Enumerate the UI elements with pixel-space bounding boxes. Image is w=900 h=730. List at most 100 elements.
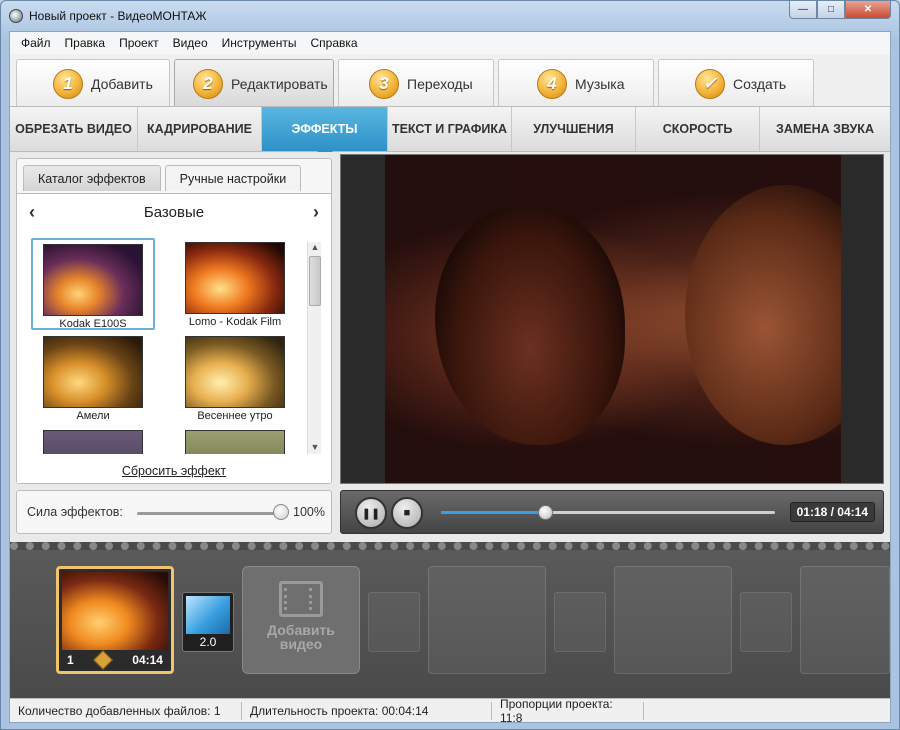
effect-caption: Амели bbox=[76, 410, 110, 422]
add-video-button[interactable]: Добавить видео bbox=[242, 566, 360, 674]
minimize-icon: — bbox=[798, 4, 808, 15]
subtab-replace-audio[interactable]: ЗАМЕНА ЗВУКА bbox=[760, 107, 890, 151]
empty-clip-slot bbox=[428, 566, 546, 674]
effects-scrollbar[interactable]: ▲ ▼ bbox=[307, 242, 321, 454]
client-area: Файл Правка Проект Видео Инструменты Спр… bbox=[9, 31, 891, 725]
pause-button[interactable]: ❚❚ bbox=[355, 497, 387, 529]
clip-index: 1 bbox=[67, 653, 74, 667]
add-video-label-line2: видео bbox=[279, 636, 323, 652]
step-number-badge: 1 bbox=[53, 69, 83, 99]
seek-handle[interactable] bbox=[537, 505, 553, 520]
scroll-down-icon[interactable]: ▼ bbox=[308, 442, 322, 454]
close-icon: ✕ bbox=[863, 4, 873, 15]
tab-manual-settings[interactable]: Ручные настройки bbox=[164, 165, 302, 191]
empty-transition-slot bbox=[368, 592, 420, 652]
step-label: Переходы bbox=[407, 75, 473, 92]
empty-transition-slot bbox=[740, 592, 792, 652]
clip-thumbnail bbox=[62, 572, 168, 650]
close-button[interactable]: ✕ bbox=[845, 1, 891, 19]
playback-time: 01:18 / 04:14 bbox=[789, 502, 875, 522]
effect-kodak-e100s[interactable]: Kodak E100S bbox=[31, 238, 155, 330]
effect-lomo-kodak-film[interactable]: Lomo - Kodak Film bbox=[173, 238, 297, 330]
seek-progress bbox=[441, 511, 545, 514]
menu-edit[interactable]: Правка bbox=[58, 36, 113, 50]
next-category-button[interactable]: › bbox=[313, 202, 319, 223]
seek-bar[interactable] bbox=[441, 505, 775, 520]
effect-caption: Весеннее утро bbox=[197, 410, 273, 422]
empty-clip-slot bbox=[800, 566, 890, 674]
add-video-label-line1: Добавить bbox=[267, 622, 335, 638]
maximize-icon: □ bbox=[827, 4, 835, 15]
strength-value: 100% bbox=[293, 505, 325, 519]
menu-tools[interactable]: Инструменты bbox=[215, 36, 304, 50]
subtab-effects[interactable]: ЭФФЕКТЫ bbox=[262, 107, 388, 158]
stop-button[interactable]: ■ bbox=[391, 497, 423, 529]
checkmark-icon: ✓ bbox=[695, 69, 725, 99]
step-tabs: 1 Добавить 2 Редактировать 3 Переходы 4 … bbox=[10, 54, 890, 107]
maximize-button[interactable]: □ bbox=[817, 1, 845, 19]
app-window: Новый проект - ВидеоМОНТАЖ — □ ✕ Файл Пр… bbox=[0, 0, 900, 730]
effect-thumbnail-partial[interactable] bbox=[31, 426, 155, 454]
strength-slider-handle[interactable] bbox=[273, 504, 289, 520]
minimize-button[interactable]: — bbox=[789, 1, 817, 19]
edit-subtabs: ОБРЕЗАТЬ ВИДЕО КАДРИРОВАНИЕ ЭФФЕКТЫ ТЕКС… bbox=[10, 106, 890, 158]
edit-pencil-icon[interactable] bbox=[93, 650, 113, 670]
timeline-transition[interactable]: 2.0 bbox=[182, 592, 234, 652]
status-bar: Количество добавленных файлов: 1 Длитель… bbox=[10, 697, 890, 725]
effect-ameli[interactable]: Амели bbox=[31, 332, 155, 424]
effect-spring-morning[interactable]: Весеннее утро bbox=[173, 332, 297, 424]
subtab-speed[interactable]: СКОРОСТЬ bbox=[636, 107, 760, 151]
reset-effect-link[interactable]: Сбросить эффект bbox=[17, 464, 331, 478]
title-bar: Новый проект - ВидеоМОНТАЖ — □ ✕ bbox=[1, 1, 899, 31]
step-transitions[interactable]: 3 Переходы bbox=[338, 59, 494, 107]
subtab-text-graphics[interactable]: ТЕКСТ И ГРАФИКА bbox=[388, 107, 512, 151]
status-file-count: Количество добавленных файлов: 1 bbox=[10, 701, 242, 720]
strength-slider-track[interactable] bbox=[137, 512, 285, 515]
subtab-trim[interactable]: ОБРЕЗАТЬ ВИДЕО bbox=[10, 107, 138, 151]
step-label: Редактировать bbox=[231, 75, 328, 92]
effect-thumbnail bbox=[185, 242, 285, 314]
step-add[interactable]: 1 Добавить bbox=[16, 59, 170, 107]
app-logo-icon bbox=[9, 9, 23, 23]
effect-caption: Lomo - Kodak Film bbox=[188, 316, 282, 328]
scrollbar-thumb[interactable] bbox=[309, 256, 321, 306]
menu-video[interactable]: Видео bbox=[166, 36, 215, 50]
strength-label: Сила эффектов: bbox=[27, 505, 123, 519]
step-label: Музыка bbox=[575, 75, 625, 92]
menu-help[interactable]: Справка bbox=[303, 36, 364, 50]
step-number-badge: 3 bbox=[369, 69, 399, 99]
step-music[interactable]: 4 Музыка bbox=[498, 59, 654, 107]
effect-thumbnail bbox=[43, 336, 143, 408]
step-edit[interactable]: 2 Редактировать bbox=[174, 59, 334, 107]
effect-thumbnail bbox=[185, 430, 285, 454]
effect-caption: Kodak E100S bbox=[59, 318, 127, 330]
status-duration: Длительность проекта: 00:04:14 bbox=[242, 701, 492, 720]
video-preview bbox=[340, 154, 884, 484]
effects-panel: Каталог эффектов Ручные настройки ‹ Базо… bbox=[16, 158, 332, 484]
stop-icon: ■ bbox=[403, 507, 411, 519]
menu-file[interactable]: Файл bbox=[14, 36, 58, 50]
player-controls: ❚❚ ■ 01:18 / 04:14 bbox=[340, 490, 884, 534]
film-strip-icon bbox=[279, 581, 323, 617]
category-title: Базовые bbox=[143, 204, 205, 221]
step-label: Добавить bbox=[91, 75, 153, 92]
timeline-clip[interactable]: 1 04:14 bbox=[56, 566, 174, 674]
subtab-enhancements[interactable]: УЛУЧШЕНИЯ bbox=[512, 107, 636, 151]
tab-effects-catalog[interactable]: Каталог эффектов bbox=[23, 165, 161, 191]
menu-bar: Файл Правка Проект Видео Инструменты Спр… bbox=[10, 32, 890, 54]
transition-thumbnail bbox=[186, 596, 230, 634]
workspace: Каталог эффектов Ручные настройки ‹ Базо… bbox=[10, 152, 890, 542]
step-number-badge: 4 bbox=[537, 69, 567, 99]
status-aspect-ratio: Пропорции проекта: 11:8 bbox=[492, 697, 644, 725]
effect-thumbnail bbox=[43, 244, 143, 316]
scroll-up-icon[interactable]: ▲ bbox=[308, 242, 322, 254]
step-label: Создать bbox=[733, 75, 787, 92]
pause-icon: ❚❚ bbox=[361, 507, 381, 520]
step-create[interactable]: ✓ Создать bbox=[658, 59, 814, 107]
video-face-right bbox=[685, 185, 841, 445]
empty-clip-slot bbox=[614, 566, 732, 674]
subtab-crop[interactable]: КАДРИРОВАНИЕ bbox=[138, 107, 262, 151]
menu-project[interactable]: Проект bbox=[112, 36, 166, 50]
effect-thumbnail-partial[interactable] bbox=[173, 426, 297, 454]
video-frame bbox=[385, 155, 841, 483]
